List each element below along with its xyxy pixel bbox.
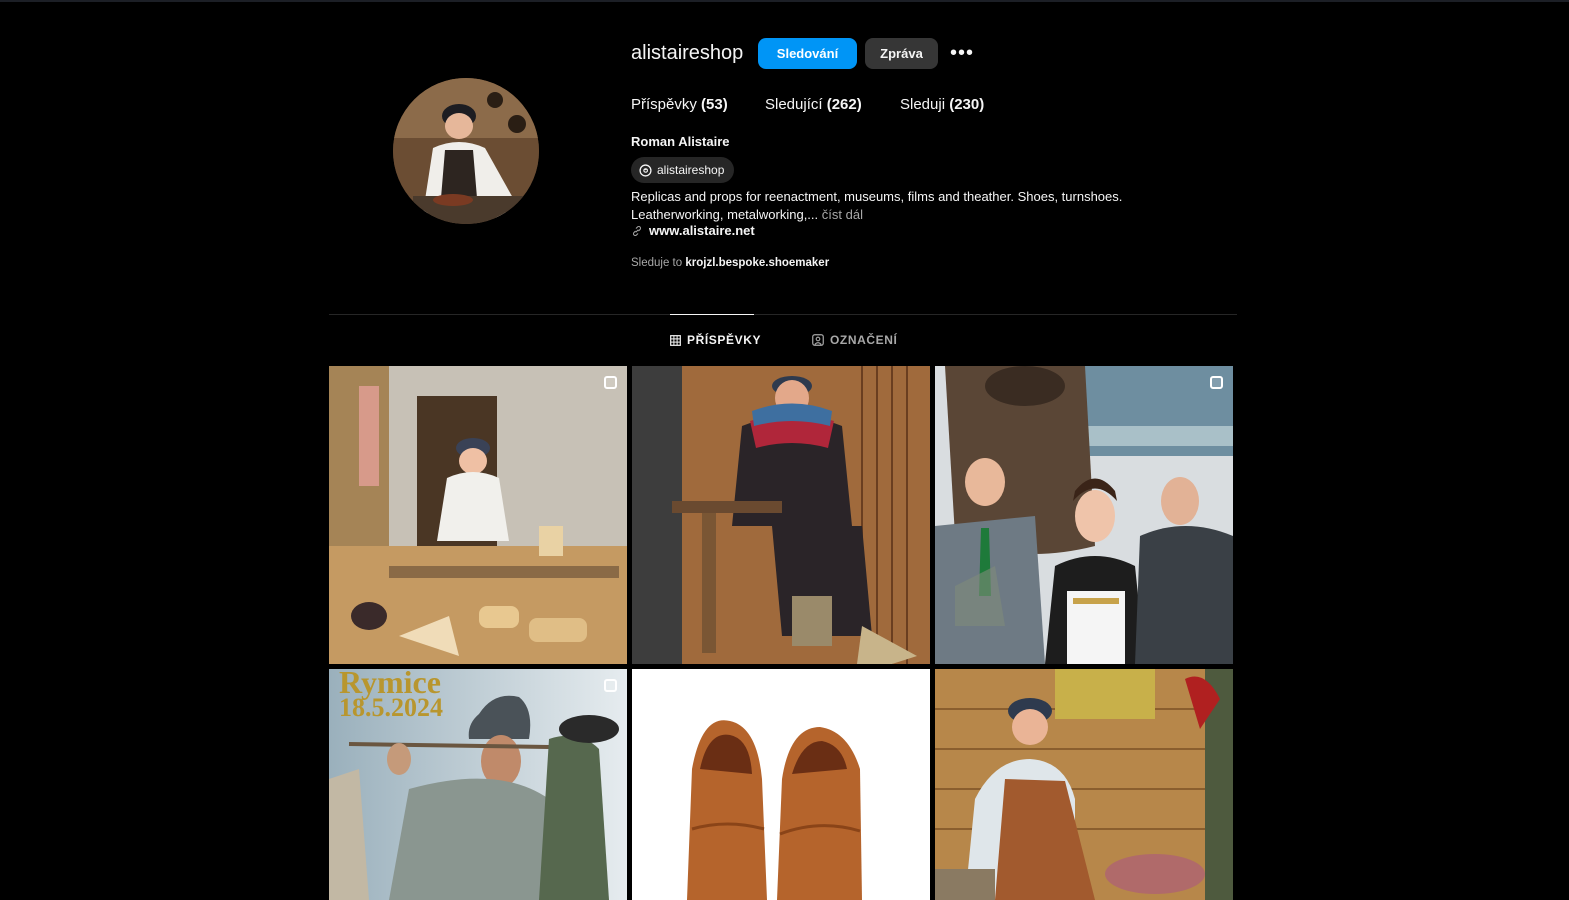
more-options-icon[interactable]: •••: [950, 40, 974, 66]
posts-count: Příspěvky (53): [631, 96, 728, 113]
bio-line-1: Replicas and props for reenactment, muse…: [631, 189, 1123, 204]
profile-full-name: Roman Alistaire: [631, 134, 730, 149]
post-thumbnail[interactable]: [632, 669, 930, 900]
post-thumbnail[interactable]: [329, 366, 627, 664]
followed-by: Sleduje to krojzl.bespoke.shoemaker: [631, 257, 829, 269]
grid-icon: [670, 334, 681, 346]
post-thumbnail[interactable]: [935, 366, 1233, 664]
tab-posts-label: PŘÍSPĚVKY: [687, 333, 762, 347]
multiple-posts-icon: [604, 376, 617, 389]
post-thumbnail[interactable]: [632, 366, 930, 664]
followers-link[interactable]: Sledující (262): [765, 96, 862, 113]
website-link[interactable]: www.alistaire.net: [631, 223, 755, 238]
profile-bio: Replicas and props for reenactment, muse…: [631, 188, 1191, 223]
tab-tagged[interactable]: OZNAČENÍ: [812, 333, 897, 347]
posts-value: (53): [701, 96, 728, 113]
posts-label: Příspěvky: [631, 96, 697, 113]
followed-by-user[interactable]: krojzl.bespoke.shoemaker: [685, 257, 829, 269]
tagged-icon: [812, 334, 824, 346]
link-icon: [633, 225, 641, 236]
following-button[interactable]: Sledování: [758, 38, 857, 69]
followed-by-prefix: Sleduje to: [631, 257, 683, 269]
read-more-link[interactable]: číst dál: [822, 207, 863, 222]
threads-handle: alistaireshop: [657, 163, 725, 177]
followers-label: Sledující: [765, 96, 823, 113]
post-thumbnail[interactable]: Rymice 18.5.2024: [329, 669, 627, 900]
threads-badge[interactable]: alistaireshop: [631, 157, 735, 183]
rymice-title: Rymice: [339, 669, 441, 700]
followers-value: (262): [826, 96, 862, 113]
following-label: Sleduji: [900, 96, 946, 113]
active-tab-indicator: [670, 314, 754, 315]
profile-username: alistaireshop: [631, 42, 744, 64]
post-thumbnail[interactable]: [935, 669, 1233, 900]
multiple-posts-icon: [1210, 376, 1223, 389]
tab-posts[interactable]: PŘÍSPĚVKY: [670, 333, 761, 347]
bio-line-2: Leatherworking, metalworking,...: [631, 206, 819, 222]
threads-icon: [639, 163, 652, 177]
following-value: (230): [949, 96, 985, 113]
rymice-overlay-text: Rymice 18.5.2024: [339, 669, 443, 721]
multiple-posts-icon: [604, 679, 617, 692]
tab-tagged-label: OZNAČENÍ: [830, 333, 898, 347]
rymice-date: 18.5.2024: [339, 693, 443, 722]
website-url: www.alistaire.net: [649, 223, 755, 238]
top-border: [0, 0, 1569, 2]
tabs-divider: [329, 314, 1237, 315]
profile-avatar[interactable]: [393, 78, 539, 224]
following-link[interactable]: Sleduji (230): [900, 96, 984, 113]
message-button[interactable]: Zpráva: [865, 38, 938, 69]
